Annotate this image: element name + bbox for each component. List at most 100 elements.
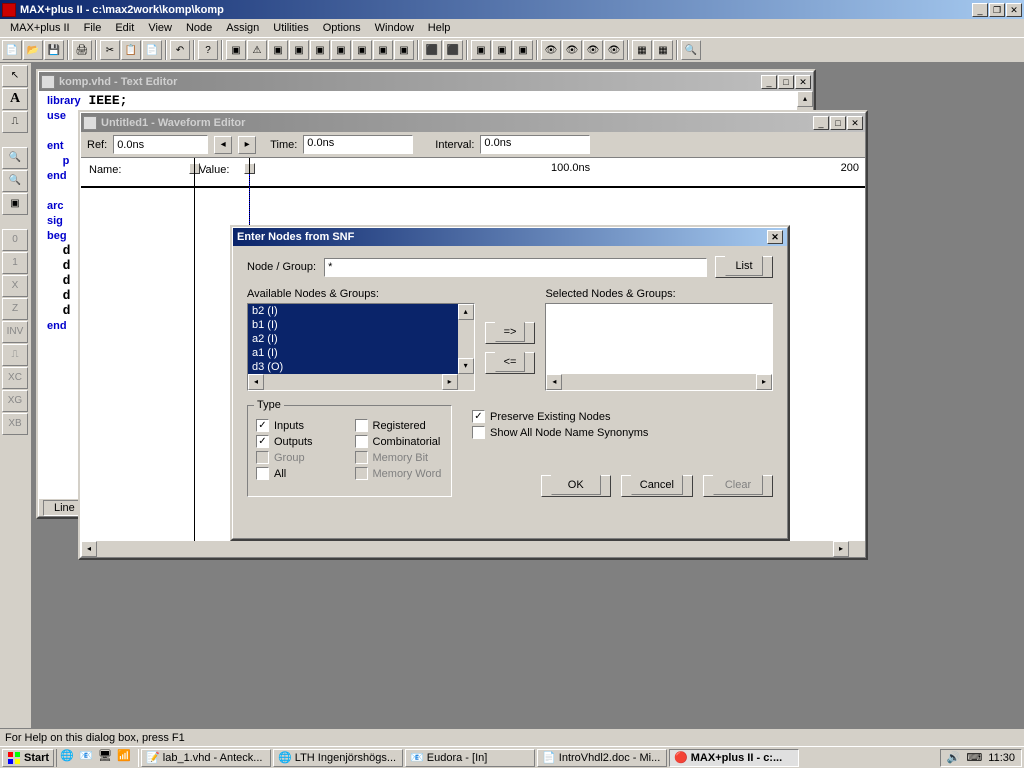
signal-1-icon[interactable]: 1 bbox=[2, 252, 28, 274]
zoom-out-icon[interactable]: 🔍 bbox=[2, 170, 28, 192]
tool-icon[interactable]: ▣ bbox=[268, 40, 288, 60]
tool-icon[interactable]: ▣ bbox=[331, 40, 351, 60]
maximize-button[interactable]: ❐ bbox=[989, 3, 1005, 17]
scroll-up-icon[interactable]: ▴ bbox=[458, 304, 474, 320]
all-checkbox[interactable]: All bbox=[256, 467, 345, 480]
tool-icon[interactable]: ▣ bbox=[310, 40, 330, 60]
tray-icon[interactable]: 🔊 bbox=[947, 751, 961, 764]
undo-icon[interactable]: ↶ bbox=[170, 40, 190, 60]
list-item[interactable]: b2 (I) bbox=[248, 304, 458, 318]
ql-icon[interactable]: 🌐 bbox=[60, 749, 78, 767]
search-icon[interactable]: 🔍 bbox=[681, 40, 701, 60]
list-item[interactable]: a2 (I) bbox=[248, 332, 458, 346]
task-button[interactable]: 📄IntroVhdl2.doc - Mi... bbox=[537, 749, 667, 767]
ok-button[interactable]: OK bbox=[541, 475, 611, 497]
tool-icon[interactable]: ⬛ bbox=[422, 40, 442, 60]
list-item[interactable]: b1 (I) bbox=[248, 318, 458, 332]
tool-icon[interactable]: ▦ bbox=[632, 40, 652, 60]
tool-icon[interactable]: ▦ bbox=[653, 40, 673, 60]
waveform-minimize[interactable]: _ bbox=[813, 116, 829, 130]
menu-window[interactable]: Window bbox=[369, 21, 420, 35]
new-icon[interactable]: 📄 bbox=[2, 40, 22, 60]
scroll-right-icon[interactable]: ▸ bbox=[442, 374, 458, 390]
cut-icon[interactable]: ✂ bbox=[100, 40, 120, 60]
waveform-titlebar[interactable]: Untitled1 - Waveform Editor _ □ ✕ bbox=[81, 113, 865, 132]
tool-icon[interactable]: ▣ bbox=[289, 40, 309, 60]
signal-xg-icon[interactable]: XG bbox=[2, 390, 28, 412]
task-button-active[interactable]: 🔴MAX+plus II - c:... bbox=[669, 749, 799, 767]
selected-listbox[interactable]: ◂ ▸ bbox=[545, 303, 773, 391]
list-item[interactable]: a1 (I) bbox=[248, 346, 458, 360]
task-button[interactable]: 📝lab_1.vhd - Anteck... bbox=[141, 749, 271, 767]
combinatorial-checkbox[interactable]: Combinatorial bbox=[355, 435, 444, 448]
copy-icon[interactable]: 📋 bbox=[121, 40, 141, 60]
dialog-titlebar[interactable]: Enter Nodes from SNF ✕ bbox=[233, 228, 787, 246]
list-item[interactable]: d3 (O) bbox=[248, 360, 458, 374]
inputs-checkbox[interactable]: ✓Inputs bbox=[256, 419, 345, 432]
close-button[interactable]: ✕ bbox=[1006, 3, 1022, 17]
start-button[interactable]: Start bbox=[2, 749, 54, 767]
registered-checkbox[interactable]: Registered bbox=[355, 419, 444, 432]
scroll-left-icon[interactable]: ◂ bbox=[248, 374, 264, 390]
clear-button[interactable]: Clear bbox=[703, 475, 773, 497]
menu-file[interactable]: File bbox=[78, 21, 108, 35]
signal-z-icon[interactable]: Z bbox=[2, 298, 28, 320]
menu-assign[interactable]: Assign bbox=[220, 21, 265, 35]
open-icon[interactable]: 📂 bbox=[23, 40, 43, 60]
tool-icon[interactable]: ▣ bbox=[226, 40, 246, 60]
menu-view[interactable]: View bbox=[142, 21, 178, 35]
ql-icon[interactable]: 📧 bbox=[79, 749, 97, 767]
tool-icon[interactable]: 👁 bbox=[562, 40, 582, 60]
move-left-button[interactable]: <= bbox=[485, 352, 536, 374]
node-group-input[interactable] bbox=[324, 258, 707, 277]
tray-icon[interactable]: ⌨ bbox=[966, 751, 982, 764]
tool-icon[interactable]: ⬛ bbox=[443, 40, 463, 60]
zoom-fit-icon[interactable]: ▣ bbox=[2, 193, 28, 215]
tool-icon[interactable]: ▣ bbox=[492, 40, 512, 60]
signal-x-icon[interactable]: X bbox=[2, 275, 28, 297]
ref-input[interactable] bbox=[113, 135, 208, 154]
waveform-close[interactable]: ✕ bbox=[847, 116, 863, 130]
tool-icon[interactable]: ⚠ bbox=[247, 40, 267, 60]
save-icon[interactable]: 💾 bbox=[44, 40, 64, 60]
menu-help[interactable]: Help bbox=[422, 21, 457, 35]
scroll-right-icon[interactable]: ▸ bbox=[756, 374, 772, 390]
editor-maximize[interactable]: □ bbox=[778, 75, 794, 89]
list-button[interactable]: List bbox=[715, 256, 773, 278]
wave-icon[interactable]: ⎍ bbox=[2, 111, 28, 133]
tool-icon[interactable]: 👁 bbox=[604, 40, 624, 60]
tool-icon[interactable]: 👁 bbox=[583, 40, 603, 60]
zoom-in-icon[interactable]: 🔍 bbox=[2, 147, 28, 169]
signal-inv-icon[interactable]: INV bbox=[2, 321, 28, 343]
menu-options[interactable]: Options bbox=[317, 21, 367, 35]
scroll-down-icon[interactable]: ▾ bbox=[458, 358, 474, 374]
tool-icon[interactable]: ▣ bbox=[513, 40, 533, 60]
tool-icon[interactable]: ▣ bbox=[394, 40, 414, 60]
minimize-button[interactable]: _ bbox=[972, 3, 988, 17]
tool-icon[interactable]: 👁 bbox=[541, 40, 561, 60]
tool-icon[interactable]: ▣ bbox=[373, 40, 393, 60]
ql-icon[interactable]: 📶 bbox=[117, 749, 135, 767]
tool-icon[interactable]: ▣ bbox=[471, 40, 491, 60]
menu-maxplus[interactable]: MAX+plus II bbox=[4, 21, 76, 35]
cancel-button[interactable]: Cancel bbox=[621, 475, 693, 497]
signal-xc-icon[interactable]: XC bbox=[2, 367, 28, 389]
editor-close[interactable]: ✕ bbox=[795, 75, 811, 89]
task-button[interactable]: 📧Eudora - [In] bbox=[405, 749, 535, 767]
scroll-left-icon[interactable]: ◂ bbox=[546, 374, 562, 390]
menu-edit[interactable]: Edit bbox=[109, 21, 140, 35]
editor-minimize[interactable]: _ bbox=[761, 75, 777, 89]
ref-right-icon[interactable]: ▸ bbox=[238, 136, 256, 154]
menu-utilities[interactable]: Utilities bbox=[267, 21, 314, 35]
help-icon[interactable]: ? bbox=[198, 40, 218, 60]
text-icon[interactable]: A bbox=[2, 88, 28, 110]
move-right-button[interactable]: => bbox=[485, 322, 536, 344]
task-button[interactable]: 🌐LTH Ingenjörshögs... bbox=[273, 749, 403, 767]
available-listbox[interactable]: b2 (I) b1 (I) a2 (I) a1 (I) d3 (O) d2 (O… bbox=[247, 303, 475, 391]
waveform-maximize[interactable]: □ bbox=[830, 116, 846, 130]
scroll-left-icon[interactable]: ◂ bbox=[81, 541, 97, 557]
signal-xb-icon[interactable]: XB bbox=[2, 413, 28, 435]
pointer-icon[interactable]: ↖ bbox=[2, 65, 28, 87]
scroll-right-icon[interactable]: ▸ bbox=[833, 541, 849, 557]
signal-clk-icon[interactable]: ⎍ bbox=[2, 344, 28, 366]
